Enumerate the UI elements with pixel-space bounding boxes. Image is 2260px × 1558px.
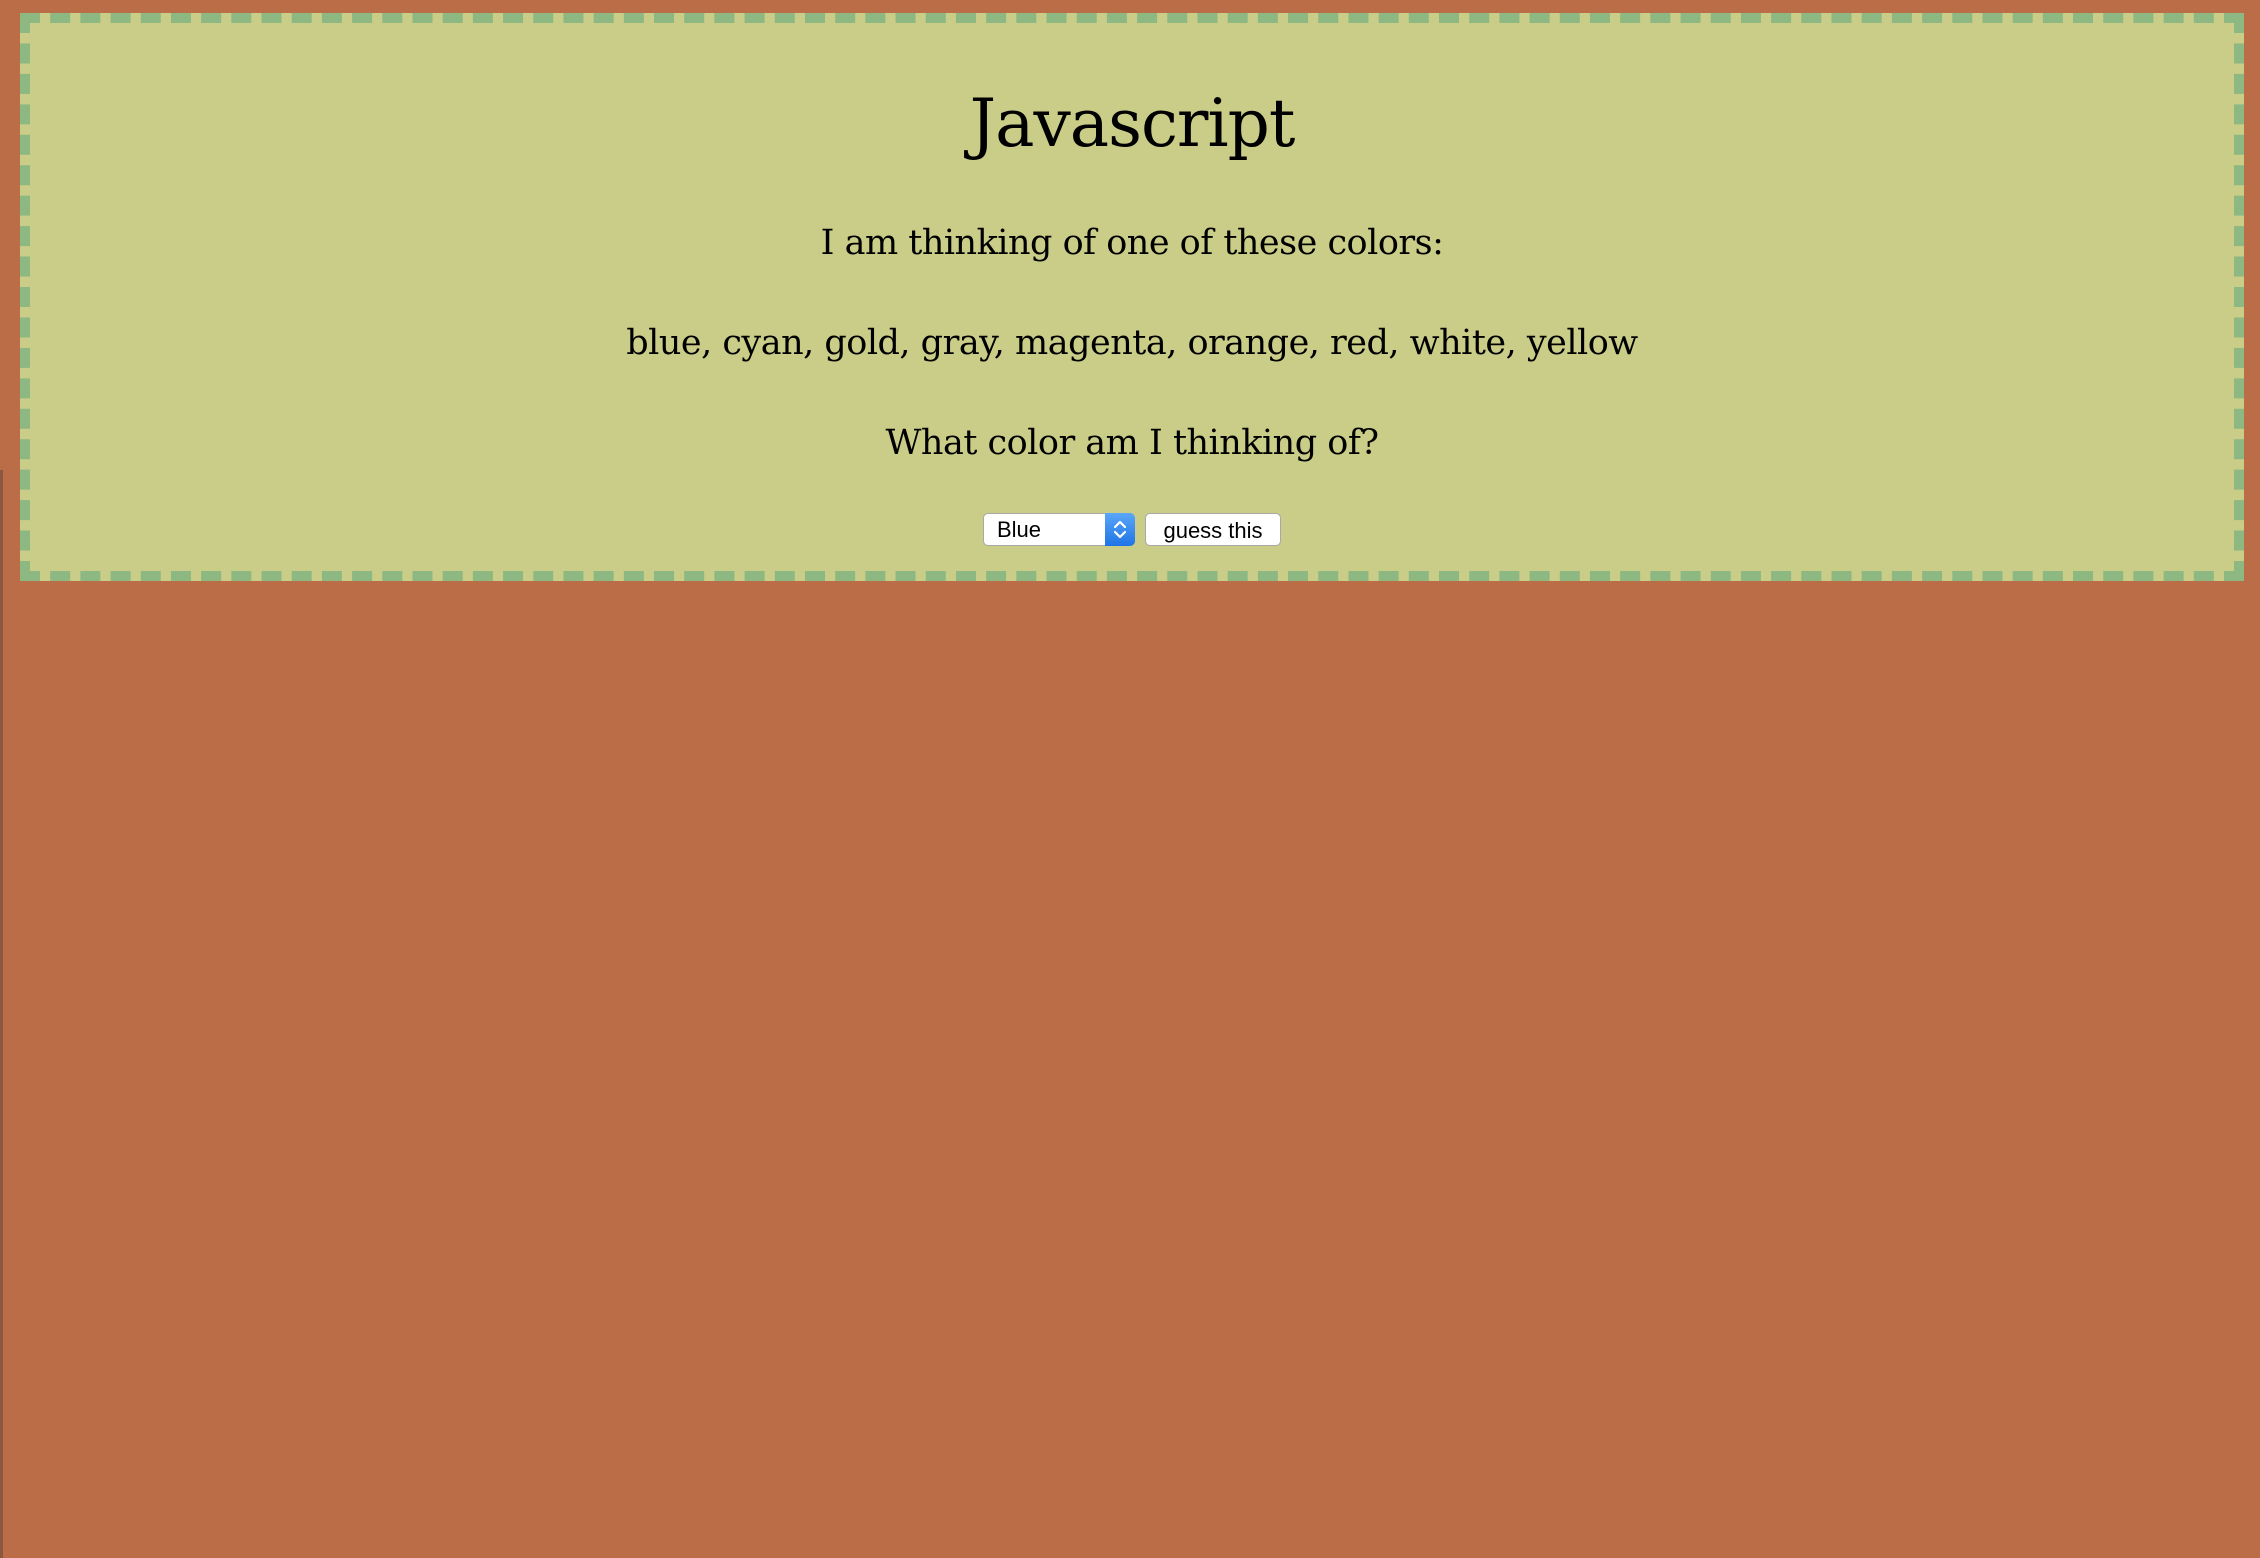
window-edge <box>0 470 3 1558</box>
question-text: What color am I thinking of? <box>885 423 1379 463</box>
guess-button[interactable]: guess this <box>1145 513 1281 546</box>
page-title: Javascript <box>969 85 1296 162</box>
game-panel: Javascript I am thinking of one of these… <box>20 13 2244 581</box>
intro-text: I am thinking of one of these colors: <box>820 223 1444 263</box>
color-select-value: Blue <box>997 517 1042 542</box>
guess-controls: Blue guess this <box>30 513 2234 546</box>
color-select[interactable]: Blue <box>983 513 1135 546</box>
chevron-up-down-icon <box>1105 513 1135 546</box>
colors-list: blue, cyan, gold, gray, magenta, orange,… <box>626 323 1638 363</box>
